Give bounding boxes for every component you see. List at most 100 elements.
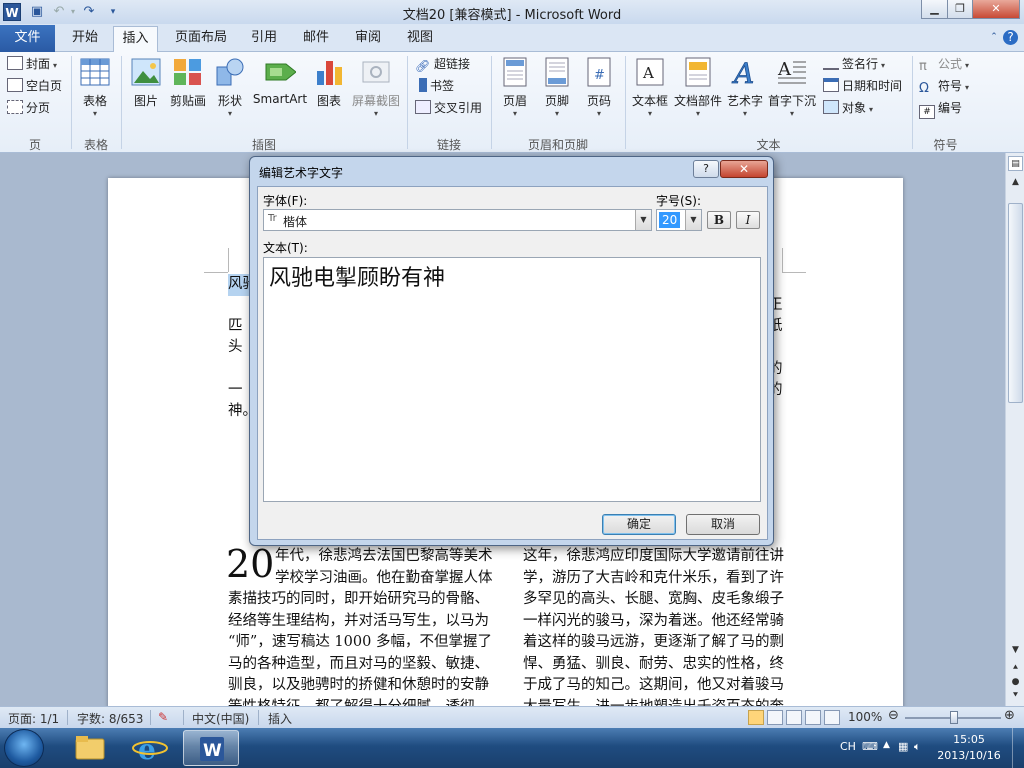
insert-mode-indicator[interactable]: 插入 bbox=[268, 710, 292, 727]
draft-view-icon[interactable] bbox=[824, 710, 840, 725]
scroll-down-icon[interactable]: ▼ bbox=[1008, 643, 1023, 658]
cover-page-button[interactable]: 封面 ▾ bbox=[7, 54, 57, 74]
hyperlink-icon: 🔗︎ bbox=[415, 59, 431, 73]
show-hidden-icons[interactable]: ▲ bbox=[883, 740, 890, 750]
chart-button[interactable]: 图表 bbox=[311, 56, 347, 134]
number-icon: # bbox=[919, 105, 935, 119]
folder-icon bbox=[75, 736, 105, 760]
outline-view-icon[interactable] bbox=[805, 710, 821, 725]
network-icon[interactable]: ▦ bbox=[898, 740, 908, 753]
wordart-button[interactable]: A 艺术字 ▾ bbox=[725, 56, 765, 134]
keyboard-icon[interactable]: ⌨ bbox=[862, 740, 878, 753]
zoom-out-icon[interactable]: ⊖ bbox=[888, 708, 899, 723]
header-button[interactable]: 页眉 ▾ bbox=[497, 56, 533, 134]
shapes-button[interactable]: 形状 ▾ bbox=[211, 56, 249, 134]
clipart-button[interactable]: 剪贴画 bbox=[168, 56, 208, 134]
hyperlink-button[interactable]: 🔗︎ 超链接 bbox=[415, 54, 470, 74]
table-icon bbox=[79, 56, 111, 88]
wordart-text-input[interactable]: 风驰电掣顾盼有神 bbox=[263, 257, 761, 502]
next-page-icon[interactable]: ⯆ bbox=[1008, 689, 1023, 704]
ime-indicator[interactable]: CH bbox=[840, 740, 856, 753]
blank-page-button[interactable]: 空白页 bbox=[7, 76, 62, 96]
language-indicator[interactable]: 中文(中国) bbox=[192, 710, 249, 727]
ie-taskbar-button[interactable]: e bbox=[122, 730, 178, 766]
smartart-button[interactable]: SmartArt bbox=[252, 56, 308, 134]
tab-references[interactable]: 引用 bbox=[243, 26, 285, 52]
tab-review[interactable]: 审阅 bbox=[347, 26, 389, 52]
word-taskbar-button[interactable]: W bbox=[183, 730, 239, 766]
page-break-button[interactable]: 分页 bbox=[7, 98, 50, 118]
cross-reference-button[interactable]: 交叉引用 bbox=[415, 98, 482, 118]
column-right-line: 这年，徐悲鸿应印度国际大学邀请前往讲 bbox=[523, 548, 784, 564]
svg-text:W: W bbox=[203, 741, 222, 761]
tab-page-layout[interactable]: 页面布局 bbox=[167, 26, 235, 52]
close-button[interactable]: ✕ bbox=[972, 0, 1020, 19]
volume-icon[interactable]: 🔈︎ bbox=[914, 740, 921, 754]
print-layout-view-icon[interactable] bbox=[748, 710, 764, 725]
page-number-button[interactable]: # 页码 ▾ bbox=[581, 56, 617, 134]
collapse-ribbon-icon[interactable]: ⌃ bbox=[985, 28, 1003, 46]
italic-button[interactable]: I bbox=[736, 211, 760, 229]
help-icon[interactable]: ? bbox=[1003, 30, 1018, 45]
start-button[interactable] bbox=[4, 729, 44, 767]
object-button[interactable]: 对象 ▾ bbox=[823, 98, 873, 118]
size-select[interactable]: 20 ▼ bbox=[656, 209, 702, 231]
scroll-up-icon[interactable]: ▲ bbox=[1008, 175, 1023, 190]
signature-line-button[interactable]: 签名行 ▾ bbox=[823, 54, 885, 74]
full-screen-reading-view-icon[interactable] bbox=[767, 710, 783, 725]
screenshot-button[interactable]: 屏幕截图 ▾ bbox=[349, 56, 403, 134]
table-button[interactable]: 表格 ▾ bbox=[74, 56, 116, 134]
ok-button[interactable]: 确定 bbox=[602, 514, 676, 535]
previous-page-icon[interactable]: ⯅ bbox=[1008, 661, 1023, 676]
tab-mailings[interactable]: 邮件 bbox=[295, 26, 337, 52]
dialog-help-button[interactable]: ? bbox=[693, 160, 719, 178]
picture-button[interactable]: 图片 bbox=[126, 56, 166, 134]
equation-button[interactable]: π 公式 ▾ bbox=[919, 54, 969, 74]
clock[interactable]: 15:05 2013/10/16 bbox=[934, 732, 1004, 764]
zoom-level[interactable]: 100% bbox=[848, 710, 882, 724]
font-select[interactable]: Tr 楷体 ▼ bbox=[263, 209, 652, 231]
ribbon-tabs: 文件 开始 插入 页面布局 引用 邮件 审阅 视图 ⌃ ? bbox=[0, 24, 1024, 53]
cancel-button[interactable]: 取消 bbox=[686, 514, 760, 535]
font-dropdown-arrow-icon[interactable]: ▼ bbox=[635, 210, 651, 230]
quick-parts-button[interactable]: 文档部件 ▾ bbox=[673, 56, 723, 134]
proofing-icon[interactable]: ✎ bbox=[158, 710, 168, 724]
bold-button[interactable]: B bbox=[707, 211, 731, 229]
minimize-button[interactable]: ▁ bbox=[921, 0, 948, 19]
size-dropdown-arrow-icon[interactable]: ▼ bbox=[685, 210, 701, 230]
number-button[interactable]: # 编号 bbox=[919, 98, 962, 119]
date-time-button[interactable]: 日期和时间 bbox=[823, 76, 902, 96]
symbol-button[interactable]: Ω 符号 ▾ bbox=[919, 76, 969, 96]
web-layout-view-icon[interactable] bbox=[786, 710, 802, 725]
bookmark-button[interactable]: 书签 bbox=[415, 76, 454, 96]
word-icon: W bbox=[200, 737, 224, 761]
text-fragment: 匹 bbox=[228, 318, 243, 334]
textbox-icon: A bbox=[634, 56, 666, 88]
tab-view[interactable]: 视图 bbox=[399, 26, 441, 52]
vertical-scrollbar[interactable]: ▤ ▲ ▼ ⯅ ● ⯆ bbox=[1005, 153, 1024, 706]
tab-insert[interactable]: 插入 bbox=[113, 26, 158, 53]
browse-object-icon[interactable]: ● bbox=[1008, 675, 1023, 690]
column-left-line: 驯良，以及驰骋时的挢健和休憩时的安静 bbox=[228, 677, 489, 693]
tab-file[interactable]: 文件 bbox=[0, 25, 55, 52]
drop-cap: 20 bbox=[226, 542, 275, 586]
zoom-in-icon[interactable]: ⊕ bbox=[1004, 708, 1015, 723]
textbox-button[interactable]: A 文本框 ▾ bbox=[630, 56, 670, 134]
explorer-taskbar-button[interactable] bbox=[62, 730, 118, 766]
footer-button[interactable]: 页脚 ▾ bbox=[539, 56, 575, 134]
window-title: 文档20 [兼容模式] - Microsoft Word bbox=[402, 8, 622, 23]
page-count[interactable]: 页面: 1/1 bbox=[8, 710, 59, 727]
column-right-line: 于成了马的知己。这期间，他又对着骏马 bbox=[523, 677, 784, 693]
word-count[interactable]: 字数: 8/653 bbox=[77, 710, 143, 727]
show-desktop-button[interactable] bbox=[1012, 728, 1024, 768]
maximize-button[interactable]: ❐ bbox=[947, 0, 973, 19]
zoom-slider-thumb[interactable] bbox=[950, 711, 958, 724]
scroll-thumb[interactable] bbox=[1008, 203, 1023, 403]
group-label-links: 链接 bbox=[436, 138, 461, 152]
svg-text:A: A bbox=[731, 57, 754, 87]
size-label: 字号(S): bbox=[656, 194, 702, 208]
ruler-toggle-icon[interactable]: ▤ bbox=[1008, 156, 1023, 171]
drop-cap-button[interactable]: A 首字下沉 ▾ bbox=[767, 56, 817, 134]
tab-home[interactable]: 开始 bbox=[62, 26, 108, 52]
dialog-close-button[interactable]: ✕ bbox=[720, 160, 768, 178]
